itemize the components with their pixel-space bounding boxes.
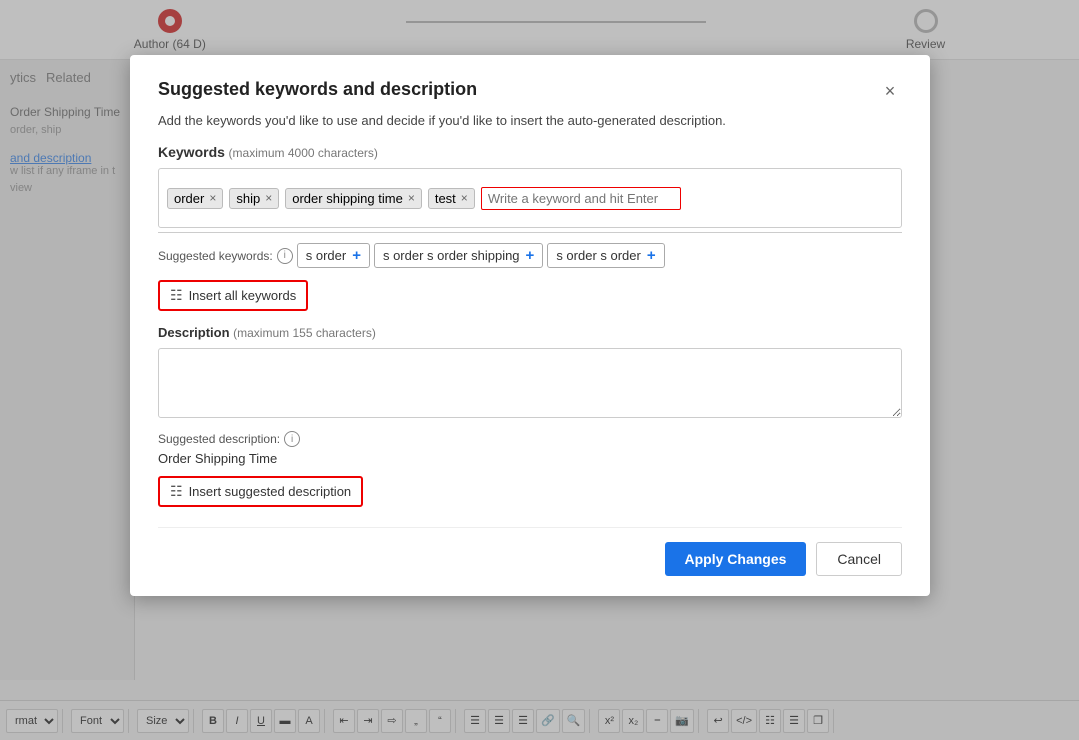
keywords-section-label: Keywords (maximum 4000 characters): [158, 144, 902, 160]
description-textarea[interactable]: [158, 348, 902, 418]
modal-subtitle: Add the keywords you'd like to use and d…: [158, 113, 902, 128]
modal-footer: Apply Changes Cancel: [158, 527, 902, 576]
suggested-description-text: Order Shipping Time: [158, 451, 902, 466]
remove-test-button[interactable]: ×: [461, 192, 468, 204]
modal-dialog: Suggested keywords and description × Add…: [130, 55, 930, 596]
keyword-tag-order: order ×: [167, 188, 223, 209]
keyword-input[interactable]: [481, 187, 681, 210]
keyword-tag-order-shipping-time: order shipping time ×: [285, 188, 422, 209]
insert-suggested-description-button[interactable]: ☷ Insert suggested description: [158, 476, 363, 507]
suggested-keywords-row: Suggested keywords: i s order + s order …: [158, 243, 902, 268]
remove-order-shipping-time-button[interactable]: ×: [408, 192, 415, 204]
plus-icon-1: +: [352, 247, 361, 264]
suggested-description-label: Suggested description:: [158, 432, 280, 446]
suggested-keywords-label: Suggested keywords:: [158, 249, 273, 263]
insert-all-icon: ☷: [170, 287, 183, 304]
remove-order-button[interactable]: ×: [209, 192, 216, 204]
keywords-box[interactable]: order × ship × order shipping time × tes…: [158, 168, 902, 228]
suggested-keywords-info-icon[interactable]: i: [277, 248, 293, 264]
keyword-tag-ship: ship ×: [229, 188, 279, 209]
keywords-divider: [158, 232, 902, 233]
close-button[interactable]: ×: [878, 79, 902, 103]
insert-desc-icon: ☷: [170, 483, 183, 500]
modal-title: Suggested keywords and description: [158, 79, 477, 100]
insert-all-keywords-button[interactable]: ☷ Insert all keywords: [158, 280, 308, 311]
suggested-description-info-icon[interactable]: i: [284, 431, 300, 447]
plus-icon-3: +: [647, 247, 656, 264]
plus-icon-2: +: [526, 247, 535, 264]
suggested-description-row: Suggested description: i: [158, 431, 902, 447]
suggested-chip-s-order[interactable]: s order +: [297, 243, 370, 268]
modal-header: Suggested keywords and description ×: [158, 79, 902, 103]
keyword-tag-test: test ×: [428, 188, 475, 209]
apply-changes-button[interactable]: Apply Changes: [665, 542, 807, 576]
description-section-label: Description (maximum 155 characters): [158, 325, 902, 340]
suggested-chip-s-order-s-order-shipping[interactable]: s order s order shipping +: [374, 243, 543, 268]
remove-ship-button[interactable]: ×: [265, 192, 272, 204]
suggested-chip-s-order-s-order[interactable]: s order s order +: [547, 243, 664, 268]
cancel-button[interactable]: Cancel: [816, 542, 902, 576]
